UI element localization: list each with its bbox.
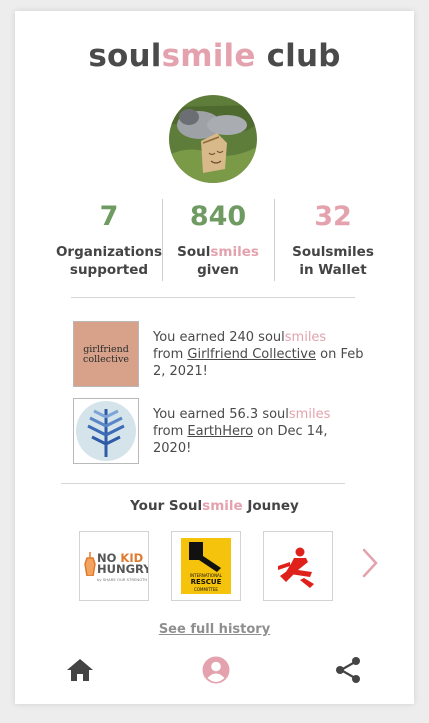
stat-wallet: 32 Soulsmiles in Wallet <box>273 199 393 279</box>
avatar-photo <box>169 95 257 183</box>
tree-icon <box>76 401 136 461</box>
stat-given-label: Soulsmiles given <box>177 244 259 278</box>
app-title: soulsmile club <box>88 38 341 74</box>
stat-organizations-label: Organizations supported <box>55 244 163 278</box>
org-link-earthhero[interactable]: EarthHero <box>187 424 253 439</box>
irc-logo: INTERNATIONAL RESCUE COMMITTEE <box>181 538 231 594</box>
org-link-girlfriend-collective[interactable]: Girlfriend Collective <box>187 347 316 362</box>
earthhero-logo[interactable] <box>73 398 139 464</box>
logo-text: collective <box>83 354 129 365</box>
chevron-right-icon[interactable] <box>361 548 379 578</box>
org-tagline: by SHARE OUR STRENGTH <box>97 577 148 582</box>
stat-organizations-value: 7 <box>99 201 119 232</box>
org-logo-text: HUNGRY <box>97 562 149 576</box>
no-kid-hungry-icon <box>84 552 96 576</box>
earning-item: You earned 56.3 soulsmiles from EarthHer… <box>73 398 373 466</box>
earning-text: You earned 56.3 soulsmiles from EarthHer… <box>153 407 331 456</box>
profile-card: soulsmile club 7 Organizations supported … <box>15 11 414 704</box>
org-international-rescue-committee[interactable]: INTERNATIONAL RESCUE COMMITTEE <box>171 531 241 601</box>
stat-organizations: 7 Organizations supported <box>53 199 165 279</box>
share-icon[interactable] <box>333 655 363 685</box>
see-full-history-link[interactable]: See full history <box>15 622 414 637</box>
stat-given: 840 Soulsmiles given <box>163 199 273 279</box>
earning-item: girlfriend collective You earned 240 sou… <box>73 321 373 389</box>
girlfriend-collective-logo[interactable]: girlfriend collective <box>73 321 139 387</box>
stats-row: 7 Organizations supported 840 Soulsmiles g… <box>15 199 414 281</box>
avatar[interactable] <box>169 95 257 183</box>
profile-icon[interactable] <box>201 655 231 685</box>
org-logo-text: RESCUE <box>190 578 222 586</box>
org-no-kid-hungry[interactable]: NO KID HUNGRY by SHARE OUR STRENGTH <box>79 531 149 601</box>
org-msf[interactable] <box>263 531 333 601</box>
irc-arrow-icon <box>189 542 221 572</box>
earning-text: You earned 240 soulsmiles from Girlfrien… <box>153 330 364 379</box>
org-logo-text: COMMITTEE <box>194 587 218 592</box>
stat-wallet-label: Soulsmiles in Wallet <box>292 244 374 278</box>
stat-wallet-value: 32 <box>314 201 352 232</box>
stat-given-value: 840 <box>189 201 247 232</box>
section-divider <box>61 483 345 484</box>
journey-title: Your Soulsmile Jouney <box>130 498 299 514</box>
home-icon[interactable] <box>65 655 95 685</box>
msf-logo-icon <box>278 547 314 588</box>
section-divider <box>71 297 355 298</box>
